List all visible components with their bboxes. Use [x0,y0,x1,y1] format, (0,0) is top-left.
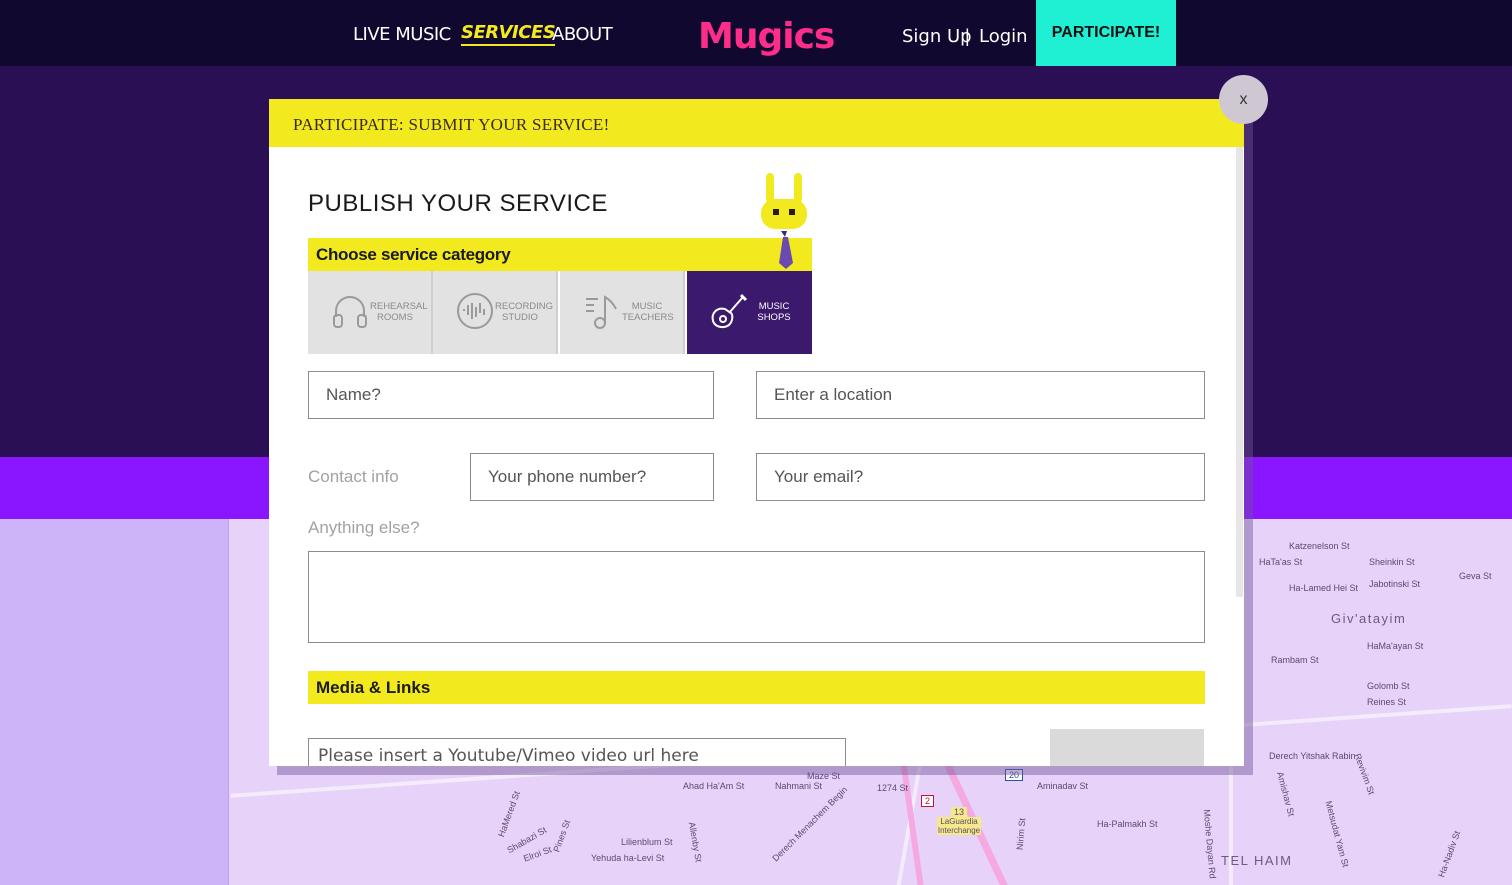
category-label: RECORDING STUDIO [495,301,554,323]
add-media-button[interactable] [1050,729,1204,766]
category-heading: Choose service category [316,245,511,264]
media-links-bar: Media & Links [308,671,1205,704]
map-label: Ahad Ha'Am St [683,781,745,791]
submit-service-modal: PARTICIPATE: SUBMIT YOUR SERVICE! PUBLIS… [269,99,1244,766]
category-recording-studio[interactable]: RECORDING STUDIO [433,271,558,354]
map-label: Katzenelson St [1289,541,1350,551]
category-label: REHEARSAL ROOMS [370,301,428,323]
email-input[interactable]: Your email? [756,453,1205,501]
anything-else-label: Anything else? [308,518,420,537]
map-label: HaMa'ayan St [1367,641,1424,651]
category-label: MUSIC SHOPS [757,301,791,323]
route-shield: 2 [921,795,935,807]
map-label: Derech Menachem Begin [770,784,850,864]
category-music-teachers[interactable]: MUSIC TEACHERS [560,271,685,354]
close-modal-button[interactable]: x [1219,75,1268,124]
map-label: Revivim St [1352,752,1377,796]
soundwave-icon [457,293,493,329]
nav-link-about[interactable]: ABOUT [552,24,613,45]
map-label: Nahmani St [775,781,823,791]
map-label: Reines St [1367,697,1407,707]
music-note-icon [586,295,617,329]
guitar-icon [711,293,748,329]
map-label: Lilienblum St [621,837,673,847]
map-label: Derech Yitshak Rabin [1269,751,1356,761]
category-heading-bar: Choose service category [308,238,812,271]
location-input[interactable]: Enter a location [756,371,1205,419]
signup-link[interactable]: Sign Up [902,26,972,47]
auth-separator: | [965,26,970,46]
nav-link-services[interactable]: SERVICES [461,22,556,46]
map-label: Yehuda ha-Levi St [591,853,665,863]
headphones-icon [333,296,367,328]
modal-header-title: PARTICIPATE: SUBMIT YOUR SERVICE! [293,115,610,134]
map-label: Golomb St [1367,681,1410,691]
category-label: MUSIC TEACHERS [622,301,674,323]
map-label: Amishav St [1275,770,1297,818]
participate-button[interactable]: PARTICIPATE! [1036,0,1176,66]
bunny-mascot-icon [761,173,807,269]
map-label: HaTa'as St [1259,557,1303,567]
map-label: Aminadav St [1037,781,1089,791]
nav-link-live-music[interactable]: LIVE MUSIC [353,24,451,45]
map-label-interchange: LaGuardia Interchange [937,817,981,835]
map-label: Moshe Dayan Rd [1201,808,1218,880]
map-label: 1274 St [877,783,909,793]
publish-title: PUBLISH YOUR SERVICE [308,190,608,217]
anything-else-textarea[interactable] [308,551,1205,643]
map-label-city: Giv'atayim [1331,611,1407,626]
map-label: Jabotinski St [1369,579,1421,589]
map-label: Rambam St [1271,655,1319,665]
map-label: Elroi St [522,844,553,864]
map-label: Pines St [551,818,573,854]
map-label: Geva St [1459,571,1492,581]
brand-logo[interactable]: Mugics [698,16,835,57]
phone-input[interactable]: Your phone number? [470,453,714,501]
map-label: Allenby St [686,821,704,863]
category-rehearsal-rooms[interactable]: REHEARSAL ROOMS [308,271,433,354]
media-links-heading: Media & Links [316,678,431,697]
category-music-shops[interactable]: MUSIC SHOPS [687,271,812,354]
video-url-input[interactable]: Please insert a Youtube/Vimeo video url … [308,738,846,766]
map-label: Metsudat Yam St [1323,799,1351,869]
map-label: HaMered St [496,789,522,839]
top-navbar: LIVE MUSIC SERVICES ABOUT Mugics Sign Up… [0,0,1512,66]
modal-scrollbar[interactable] [1236,147,1243,597]
map-label: Ha-Palmakh St [1097,819,1158,829]
map-label-district: TEL HAIM [1221,853,1293,868]
map-label: Sheinkin St [1369,557,1415,567]
map-label: Nirim St [1014,817,1028,851]
map-label: Ha-Lamed Hei St [1289,583,1359,593]
modal-header: PARTICIPATE: SUBMIT YOUR SERVICE! [269,99,1244,147]
map-label: Ha-Nadiv St [1436,829,1463,879]
login-link[interactable]: Login [979,26,1028,47]
name-input[interactable]: Name? [308,371,714,419]
route-shield: 13 [951,807,968,817]
contact-info-label: Contact info [308,467,399,486]
